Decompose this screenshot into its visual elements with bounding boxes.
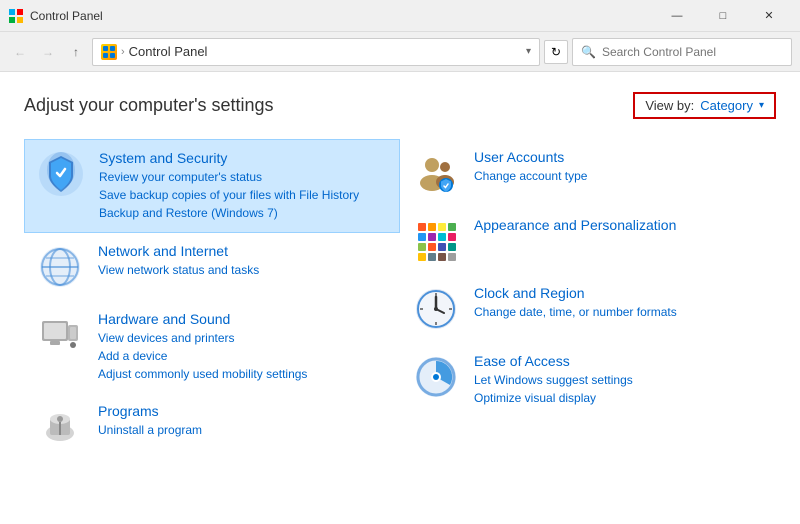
refresh-button[interactable]: ↻ [544,40,568,64]
category-appearance[interactable]: Appearance and Personalization [400,207,776,275]
system-security-sub2[interactable]: Save backup copies of your files with Fi… [99,186,387,204]
page-title: Adjust your computer's settings [24,95,274,116]
appearance-icon [412,217,460,265]
user-accounts-link[interactable]: User Accounts [474,149,764,165]
category-ease-access[interactable]: Ease of Access Let Windows suggest setti… [400,343,776,417]
ease-access-link[interactable]: Ease of Access [474,353,764,369]
category-user-accounts[interactable]: User Accounts Change account type [400,139,776,207]
category-clock-region[interactable]: Clock and Region Change date, time, or n… [400,275,776,343]
search-box[interactable]: 🔍 [572,38,792,66]
hardware-sound-sub1[interactable]: View devices and printers [98,329,388,347]
category-hardware-sound[interactable]: Hardware and Sound View devices and prin… [24,301,400,393]
ease-access-text: Ease of Access Let Windows suggest setti… [474,353,764,407]
hardware-sound-link[interactable]: Hardware and Sound [98,311,388,327]
window-title: Control Panel [30,9,654,23]
system-security-sub3[interactable]: Backup and Restore (Windows 7) [99,204,387,222]
network-internet-text: Network and Internet View network status… [98,243,388,279]
programs-link[interactable]: Programs [98,403,388,419]
app-icon [8,8,24,24]
system-security-link[interactable]: System and Security [99,150,387,166]
programs-icon [36,403,84,451]
minimize-button[interactable]: — [654,0,700,32]
network-internet-link[interactable]: Network and Internet [98,243,388,259]
categories-grid: System and Security Review your computer… [24,139,776,461]
right-column: User Accounts Change account type [400,139,776,461]
up-button[interactable]: ↑ [64,40,88,64]
search-icon: 🔍 [581,45,596,59]
viewby-value[interactable]: Category [700,98,753,113]
user-accounts-icon [412,149,460,197]
address-box[interactable]: › Control Panel ▾ [92,38,540,66]
clock-region-text: Clock and Region Change date, time, or n… [474,285,764,321]
user-accounts-sub1[interactable]: Change account type [474,167,764,185]
main-content: Adjust your computer's settings View by:… [0,72,800,524]
appearance-text: Appearance and Personalization [474,217,764,235]
search-input[interactable] [602,45,783,59]
back-button[interactable]: ← [8,40,32,64]
viewby-control[interactable]: View by: Category ▾ [633,92,776,119]
network-internet-icon [36,243,84,291]
clock-region-sub1[interactable]: Change date, time, or number formats [474,303,764,321]
programs-sub1[interactable]: Uninstall a program [98,421,388,439]
control-panel-icon [101,44,117,60]
category-system-security[interactable]: System and Security Review your computer… [24,139,400,233]
addressbar: ← → ↑ › Control Panel ▾ ↻ 🔍 [0,32,800,72]
viewby-label: View by: [645,98,694,113]
viewby-dropdown-icon[interactable]: ▾ [759,100,764,111]
category-network-internet[interactable]: Network and Internet View network status… [24,233,400,301]
ease-access-sub1[interactable]: Let Windows suggest settings [474,371,764,389]
titlebar: Control Panel — □ ✕ [0,0,800,32]
hardware-sound-icon [36,311,84,359]
hardware-sound-text: Hardware and Sound View devices and prin… [98,311,388,383]
address-dropdown-icon[interactable]: ▾ [526,46,531,57]
network-internet-sub1[interactable]: View network status and tasks [98,261,388,279]
hardware-sound-sub3[interactable]: Adjust commonly used mobility settings [98,365,388,383]
maximize-button[interactable]: □ [700,0,746,32]
system-security-icon [37,150,85,198]
window-controls: — □ ✕ [654,0,792,32]
programs-text: Programs Uninstall a program [98,403,388,439]
breadcrumb-separator: › [121,46,125,58]
user-accounts-text: User Accounts Change account type [474,149,764,185]
header-row: Adjust your computer's settings View by:… [24,92,776,119]
clock-region-icon [412,285,460,333]
clock-region-link[interactable]: Clock and Region [474,285,764,301]
breadcrumb: › Control Panel [101,44,207,60]
ease-access-sub2[interactable]: Optimize visual display [474,389,764,407]
close-button[interactable]: ✕ [746,0,792,32]
hardware-sound-sub2[interactable]: Add a device [98,347,388,365]
system-security-sub1[interactable]: Review your computer's status [99,168,387,186]
breadcrumb-current: Control Panel [129,44,208,59]
left-column: System and Security Review your computer… [24,139,400,461]
forward-button[interactable]: → [36,40,60,64]
category-programs[interactable]: Programs Uninstall a program [24,393,400,461]
appearance-link[interactable]: Appearance and Personalization [474,217,764,233]
system-security-text: System and Security Review your computer… [99,150,387,222]
ease-access-icon [412,353,460,401]
